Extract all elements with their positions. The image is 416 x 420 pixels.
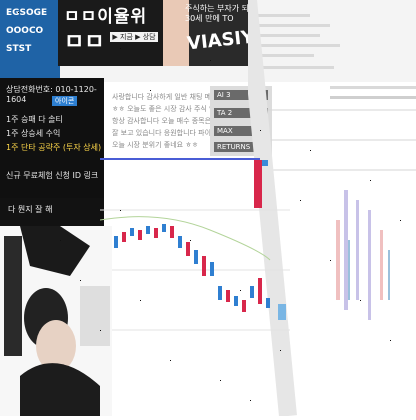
info-line-2: 1주 상승세 수익: [6, 129, 61, 138]
info-line-1: 1주 승패 다 솔티: [6, 115, 63, 124]
info-panel-2: 다 뭔지 잘 해: [0, 198, 104, 226]
chat-message: 잘 보고 있습니다 응원합니다 파이팅: [112, 129, 218, 137]
chat-message: ㅎㅎ 오늘도 좋은 시장 감사 주식 영상: [112, 105, 222, 113]
webcam-image: [0, 226, 112, 416]
candlestick-chart: [100, 209, 290, 331]
promo-left-big: ㅁㅁ: [64, 30, 105, 55]
info-line-3: 1주 단타 공략주 (투자 상세): [6, 143, 102, 152]
promo-right-text: 주식하는 부자가 되는 30세 만에 TO: [185, 4, 256, 23]
stream-screen: EGSOGE OOOCO STST ㅁㅁ이율위 ㅁㅁ ▶ 지금 ▶ 상담 주식하…: [0, 0, 416, 417]
chat-list: 사랑합니다 감사하게 일반 채팅 메시지 ㅎㅎ 오늘도 좋은 시장 감사 주식 …: [112, 92, 224, 152]
streamer-webcam: [0, 226, 112, 416]
chat-message: 사랑합니다 감사하게 일반 채팅 메시지: [112, 93, 224, 101]
promo-banner-left[interactable]: ㅁㅁ이율위 ㅁㅁ ▶ 지금 ▶ 상담: [58, 0, 163, 66]
promo-banner-right[interactable]: 주식하는 부자가 되는 30세 만에 TO VIASIY: [163, 0, 256, 66]
channel-profile-card[interactable]: EGSOGE OOOCO STST: [0, 0, 60, 78]
promo-left-button[interactable]: ▶ 지금 ▶ 상담: [110, 32, 158, 42]
info-line-4: 신규 무료체험 신청 ID 링크: [6, 171, 99, 180]
info-panel: 상담전화번호: 010-1120-1604 아이콘 1주 승패 다 솔티 1주 …: [0, 78, 104, 198]
candles: [106, 224, 286, 320]
info-panel-2-text: 다 뭔지 잘 해: [8, 205, 53, 214]
profile-line-1: EGSOGE: [6, 8, 48, 18]
profile-line-3: STST: [6, 44, 32, 54]
promo-right-big: VIASIY: [186, 26, 256, 55]
info-badge: 아이콘: [52, 96, 78, 106]
chat-message: 항상 감사합니다 오늘 매수 종목은: [112, 117, 212, 125]
profile-line-2: OOOCO: [6, 26, 44, 36]
